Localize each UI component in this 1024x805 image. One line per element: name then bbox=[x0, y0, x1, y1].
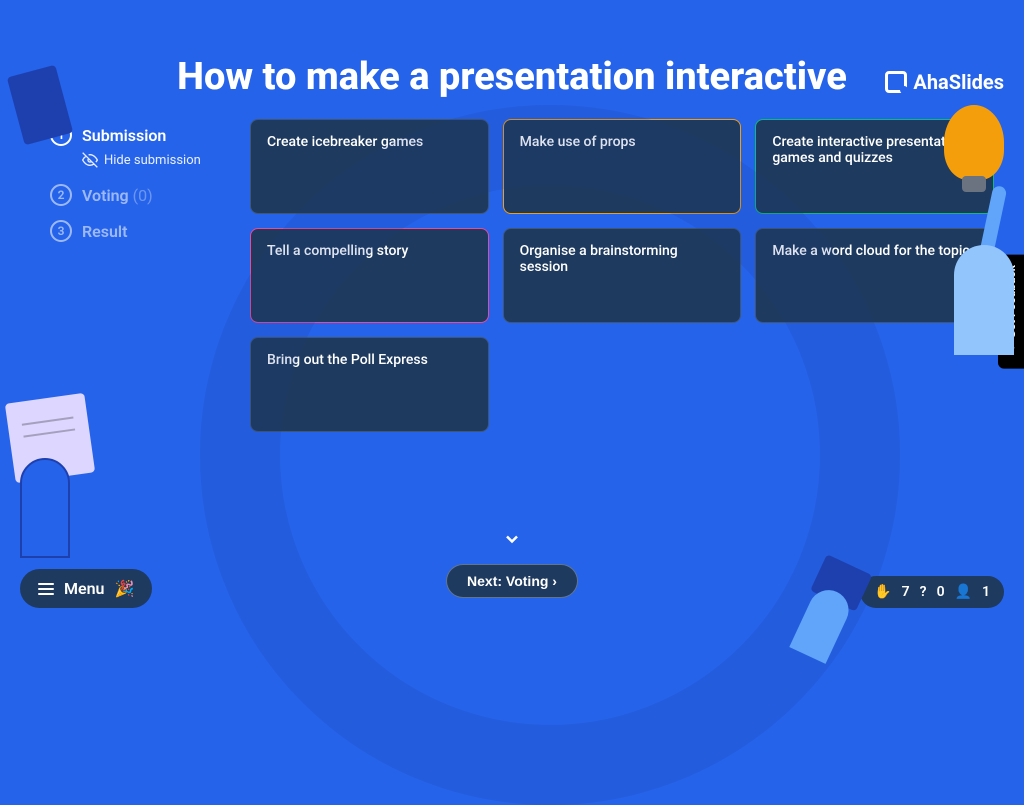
step-label: Voting bbox=[82, 186, 129, 205]
card[interactable]: Create icebreaker games bbox=[250, 119, 489, 214]
participants-count: 1 bbox=[982, 584, 990, 600]
chevron-down-icon[interactable] bbox=[502, 529, 522, 553]
page-title: How to make a presentation interactive bbox=[0, 55, 1024, 99]
voting-count: (0) bbox=[133, 186, 153, 205]
hamburger-icon bbox=[38, 583, 54, 595]
menu-label: Menu bbox=[64, 579, 104, 598]
hide-submission-toggle[interactable]: Hide submission bbox=[82, 152, 220, 168]
participants-icon: 👤 bbox=[955, 584, 972, 600]
hands-count: 7 bbox=[902, 584, 910, 600]
illustration-hand-right bbox=[904, 155, 1024, 355]
menu-button[interactable]: Menu 🎉 bbox=[20, 569, 152, 608]
hide-label: Hide submission bbox=[104, 153, 201, 168]
submission-cards: Create icebreaker games Make use of prop… bbox=[250, 119, 994, 432]
card[interactable]: Organise a brainstorming session bbox=[503, 228, 742, 323]
brand-name: AhaSlides bbox=[913, 70, 1004, 94]
step-number: 2 bbox=[50, 184, 72, 206]
steps-sidebar: 1 Submission Hide submission 2 Voting (0… bbox=[50, 119, 220, 432]
step-label: Submission bbox=[82, 126, 166, 145]
step-submission[interactable]: 1 Submission bbox=[50, 124, 220, 146]
illustration-hand-bottom bbox=[767, 546, 882, 670]
card[interactable]: Tell a compelling story bbox=[250, 228, 489, 323]
step-label: Result bbox=[82, 222, 127, 241]
status-bar: ✋7 ?0 👤1 bbox=[860, 576, 1004, 608]
card[interactable]: Bring out the Poll Express bbox=[250, 337, 489, 432]
step-voting[interactable]: 2 Voting (0) bbox=[50, 184, 220, 206]
step-result[interactable]: 3 Result bbox=[50, 220, 220, 242]
confetti-icon: 🎉 bbox=[114, 579, 134, 598]
brand-logo: AhaSlides bbox=[885, 70, 1004, 94]
next-voting-button[interactable]: Next: Voting › bbox=[446, 564, 578, 598]
logo-icon bbox=[885, 71, 907, 93]
questions-count: 0 bbox=[937, 584, 945, 600]
step-number: 3 bbox=[50, 220, 72, 242]
card[interactable]: Make use of props bbox=[503, 119, 742, 214]
question-icon: ? bbox=[920, 584, 927, 600]
illustration-hand-left bbox=[0, 398, 100, 558]
eye-off-icon bbox=[82, 152, 98, 168]
